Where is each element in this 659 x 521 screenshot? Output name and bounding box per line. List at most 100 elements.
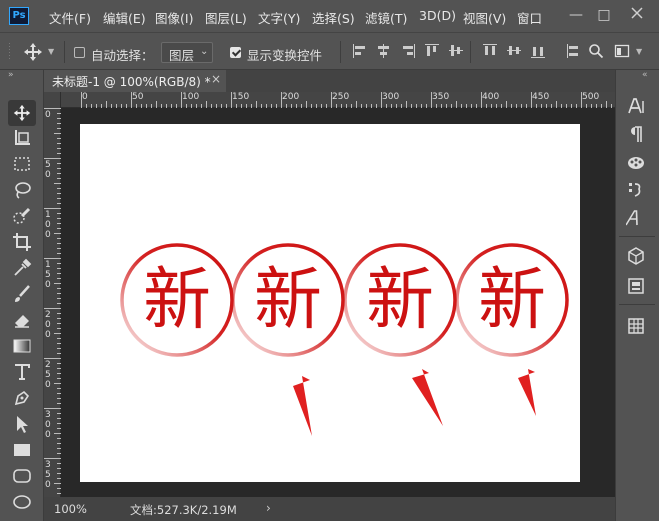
zoom-level[interactable]: 100% bbox=[54, 502, 87, 516]
ruler-label: 150 bbox=[232, 92, 250, 102]
lasso-tool-icon[interactable] bbox=[12, 180, 32, 200]
eraser-tool-icon[interactable] bbox=[12, 310, 32, 330]
ruler-label: 3 bbox=[45, 460, 51, 470]
swatches-panel-icon[interactable] bbox=[626, 152, 646, 172]
ruler-label: 350 bbox=[432, 92, 450, 102]
auto-select-target-dropdown[interactable]: 图层 ⌄ bbox=[161, 42, 213, 63]
document-info: 文档:527.3K/2.19M bbox=[130, 503, 237, 517]
ruler-label: 1 bbox=[45, 210, 51, 220]
menu-edit[interactable]: 编辑(E) bbox=[103, 8, 146, 27]
menu-type[interactable]: 文字(Y) bbox=[258, 8, 300, 27]
character-panel-icon[interactable] bbox=[626, 96, 646, 116]
ruler-label: 5 bbox=[45, 370, 51, 380]
ruler-label: 2 bbox=[45, 360, 51, 370]
status-bar: 100% 文档:527.3K/2.19M › bbox=[44, 497, 615, 521]
layers-panel-icon[interactable] bbox=[626, 316, 646, 336]
gradient-tool-icon[interactable] bbox=[12, 336, 32, 356]
distribute-left-icon[interactable] bbox=[566, 43, 582, 59]
ruler-label: 400 bbox=[482, 92, 500, 102]
maximize-button[interactable]: □ bbox=[593, 4, 615, 26]
brush-tool-icon[interactable] bbox=[12, 284, 32, 304]
move-tool-button[interactable] bbox=[8, 100, 36, 126]
show-transform-checkbox[interactable] bbox=[230, 47, 241, 58]
ruler-label: 5 bbox=[45, 270, 51, 280]
move-tool-preset-button[interactable] bbox=[22, 41, 44, 63]
distribute-bottom-icon[interactable] bbox=[530, 43, 546, 59]
ruler-label: 100 bbox=[182, 92, 200, 102]
stamp-character-1: 新 bbox=[142, 261, 211, 340]
crop-tool-icon[interactable] bbox=[12, 232, 32, 252]
menu-3d[interactable]: 3D(D) bbox=[419, 8, 456, 23]
menu-view[interactable]: 视图(V) bbox=[463, 8, 506, 27]
align-left-icon[interactable] bbox=[352, 43, 368, 59]
quick-select-tool-icon[interactable] bbox=[12, 206, 32, 226]
distribute-center-icon[interactable] bbox=[506, 43, 522, 59]
ruler-label: 1 bbox=[45, 260, 51, 270]
document-canvas[interactable]: 新 新 新 新 bbox=[80, 124, 580, 482]
options-bar: ▼ 自动选择： 图层 ⌄ 显示变换控件 ▼ bbox=[0, 32, 659, 70]
marquee-tool-icon[interactable] bbox=[12, 154, 32, 174]
ruler-label: 5 bbox=[45, 160, 51, 170]
ruler-label: 50 bbox=[132, 92, 144, 102]
menu-window[interactable]: 窗口 bbox=[517, 8, 542, 27]
paragraph-panel-icon[interactable] bbox=[626, 124, 646, 144]
horizontal-ruler: 0 50 100 150 200 250 300 350 400 450 500 bbox=[61, 92, 615, 108]
stamp-character-4: 新 bbox=[477, 261, 546, 340]
ruler-label: 0 bbox=[45, 220, 51, 230]
red-arrow-3 bbox=[518, 369, 536, 416]
chevron-down-icon[interactable]: ▼ bbox=[48, 47, 54, 56]
auto-select-checkbox[interactable] bbox=[74, 47, 85, 58]
type-tool-icon[interactable] bbox=[12, 362, 32, 382]
eyedropper-tool-icon[interactable] bbox=[12, 258, 32, 278]
ruler-label: 0 bbox=[45, 320, 51, 330]
stamp-character-3: 新 bbox=[365, 261, 434, 340]
chevron-down-icon[interactable]: ▼ bbox=[636, 47, 642, 56]
close-icon bbox=[631, 7, 643, 19]
ruler-label: 0 bbox=[45, 420, 51, 430]
ellipse-tool-icon[interactable] bbox=[12, 492, 32, 512]
show-transform-label: 显示变换控件 bbox=[247, 48, 323, 63]
move-tool-icon bbox=[13, 104, 31, 122]
menu-layer[interactable]: 图层(L) bbox=[205, 8, 247, 27]
path-select-tool-icon[interactable] bbox=[12, 414, 32, 434]
align-top-icon[interactable] bbox=[424, 43, 440, 59]
menu-filter[interactable]: 滤镜(T) bbox=[365, 8, 407, 27]
photoshop-logo: Ps bbox=[9, 7, 29, 25]
distribute-top-icon[interactable] bbox=[482, 43, 498, 59]
align-middle-v-icon[interactable] bbox=[448, 43, 464, 59]
ruler-label: 500 bbox=[582, 92, 600, 102]
align-center-h-icon[interactable] bbox=[376, 43, 392, 59]
3d-panel-icon[interactable] bbox=[626, 246, 646, 266]
minimize-button[interactable]: — bbox=[565, 4, 587, 26]
close-window-button[interactable] bbox=[626, 4, 648, 26]
menu-bar: Ps 文件(F) 编辑(E) 图像(I) 图层(L) 文字(Y) 选择(S) 滤… bbox=[0, 0, 659, 32]
pen-tool-icon[interactable] bbox=[12, 388, 32, 408]
ruler-label: 0 bbox=[45, 230, 51, 240]
rectangle-tool-icon[interactable] bbox=[12, 440, 32, 460]
ruler-label: 0 bbox=[82, 92, 88, 102]
document-tab[interactable]: 未标题-1 @ 100%(RGB/8) * × bbox=[44, 70, 226, 92]
ruler-label: 250 bbox=[332, 92, 350, 102]
collapse-panel-icon[interactable]: » bbox=[8, 70, 14, 80]
options-grip bbox=[8, 41, 12, 63]
collapse-dock-icon[interactable]: « bbox=[642, 70, 648, 80]
align-right-icon[interactable] bbox=[400, 43, 416, 59]
menu-select[interactable]: 选择(S) bbox=[312, 8, 355, 27]
auto-select-label: 自动选择： bbox=[91, 48, 154, 63]
ruler-label: 0 bbox=[45, 430, 51, 440]
menu-file[interactable]: 文件(F) bbox=[49, 8, 91, 27]
ruler-label: 5 bbox=[45, 470, 51, 480]
ruler-label: 3 bbox=[45, 410, 51, 420]
rounded-rect-tool-icon[interactable] bbox=[12, 466, 32, 486]
workspace-icon[interactable] bbox=[614, 43, 630, 59]
status-menu-arrow[interactable]: › bbox=[266, 501, 271, 515]
menu-image[interactable]: 图像(I) bbox=[155, 8, 193, 27]
tab-close-button[interactable]: × bbox=[211, 72, 221, 86]
glyphs-panel-icon[interactable] bbox=[626, 180, 646, 200]
properties-panel-icon[interactable] bbox=[626, 276, 646, 296]
character-styles-icon[interactable] bbox=[626, 208, 646, 228]
ruler-label: 0 bbox=[45, 380, 51, 390]
artboard-tool-icon[interactable] bbox=[12, 128, 32, 148]
search-icon[interactable] bbox=[588, 43, 604, 59]
ruler-label: 0 bbox=[45, 280, 51, 290]
